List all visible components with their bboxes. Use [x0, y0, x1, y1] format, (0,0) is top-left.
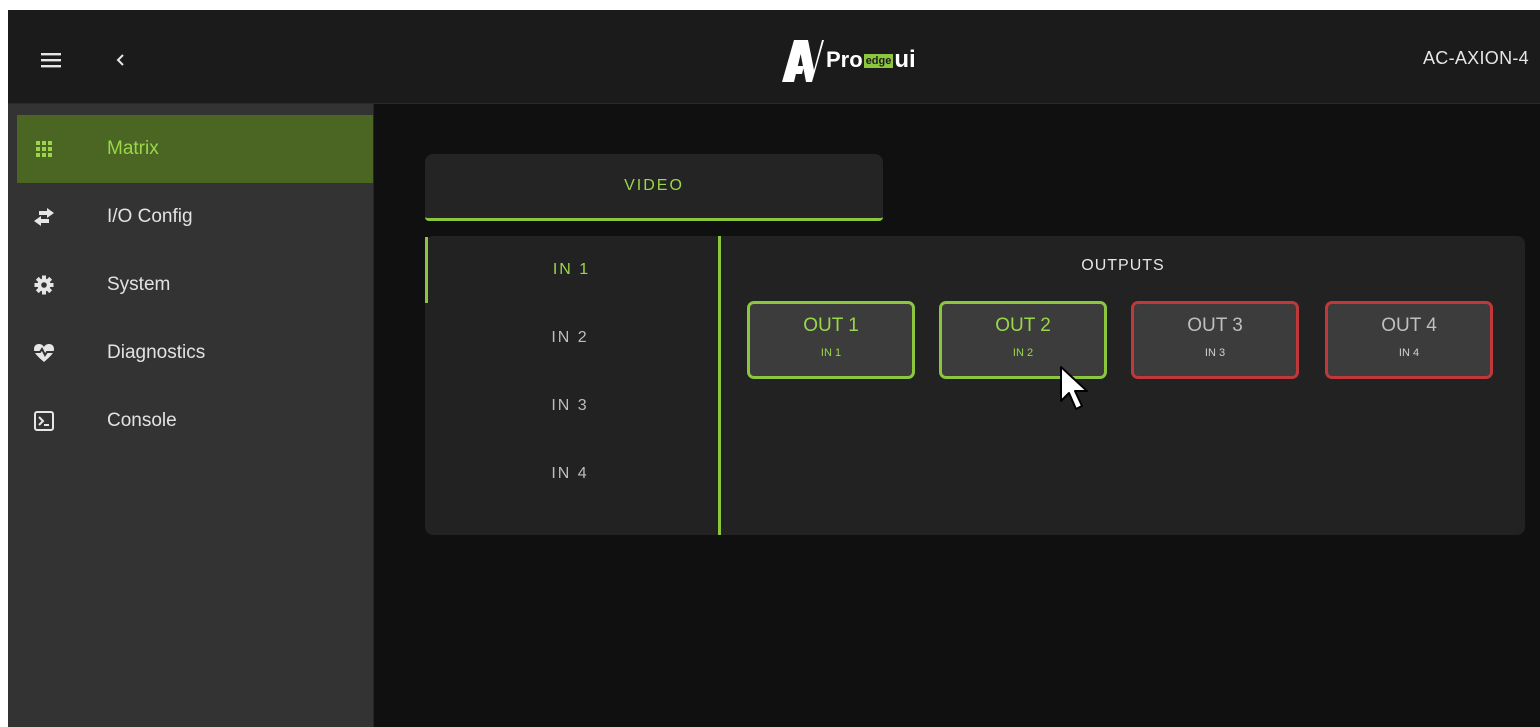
matrix-panel: IN 1 IN 2 IN 3 IN 4 OUTPUTS OUT 1 IN 1 O…	[425, 236, 1525, 535]
output-button-out-1[interactable]: OUT 1 IN 1	[747, 301, 915, 379]
output-label: OUT 1	[803, 315, 859, 336]
outputs-title: OUTPUTS	[1081, 257, 1165, 274]
sidebar: Matrix I/O Config System Diagnostics Con…	[8, 104, 374, 727]
sidebar-item-console[interactable]: Console	[17, 387, 373, 455]
output-label: OUT 2	[995, 315, 1051, 336]
sidebar-item-label: Diagnostics	[107, 342, 206, 363]
swap-arrows-icon	[32, 205, 56, 229]
terminal-icon	[32, 409, 56, 433]
sidebar-item-diagnostics[interactable]: Diagnostics	[17, 319, 373, 387]
gear-icon	[32, 273, 56, 297]
output-label: OUT 4	[1381, 315, 1437, 336]
input-in-2[interactable]: IN 2	[425, 305, 715, 371]
grid-icon	[32, 137, 56, 161]
sidebar-item-label: I/O Config	[107, 206, 193, 227]
tab-video[interactable]: VIDEO	[425, 154, 883, 221]
app-window: Pro edge ui AC-AXION-4 Matrix I/O Config…	[8, 10, 1540, 727]
input-in-1[interactable]: IN 1	[425, 237, 715, 303]
output-button-out-2[interactable]: OUT 2 IN 2	[939, 301, 1107, 379]
output-button-out-3[interactable]: OUT 3 IN 3	[1131, 301, 1299, 379]
heart-pulse-icon	[32, 341, 56, 365]
input-in-3[interactable]: IN 3	[425, 373, 715, 439]
output-source: IN 4	[1398, 347, 1420, 359]
hamburger-menu-icon[interactable]	[36, 45, 66, 75]
chevron-left-icon[interactable]	[106, 45, 136, 75]
input-in-4[interactable]: IN 4	[425, 441, 715, 507]
sidebar-item-label: Matrix	[107, 138, 159, 159]
device-name: AC-AXION-4	[1422, 48, 1529, 68]
inputs-list: IN 1 IN 2 IN 3 IN 4	[425, 236, 721, 535]
sidebar-item-label: Console	[107, 410, 177, 431]
sidebar-item-label: System	[107, 274, 171, 295]
sidebar-item-system[interactable]: System	[17, 251, 373, 319]
av-logo-mark-icon	[782, 40, 824, 82]
logo-ui-text: ui	[894, 46, 916, 73]
top-bar: Pro edge ui AC-AXION-4	[8, 10, 1540, 104]
output-source: IN 2	[1012, 347, 1034, 359]
sidebar-item-io-config[interactable]: I/O Config	[17, 183, 373, 251]
output-source: IN 3	[1204, 347, 1226, 359]
sidebar-item-matrix[interactable]: Matrix	[17, 115, 373, 183]
signal-type-tabs: VIDEO	[425, 154, 883, 221]
output-label: OUT 3	[1187, 315, 1243, 336]
avpro-edge-logo: Pro edge ui	[780, 34, 916, 86]
output-button-out-4[interactable]: OUT 4 IN 4	[1325, 301, 1493, 379]
output-source: IN 1	[820, 347, 842, 359]
logo-edge-text: edge	[863, 54, 894, 68]
logo-pro-text: Pro	[826, 47, 863, 72]
